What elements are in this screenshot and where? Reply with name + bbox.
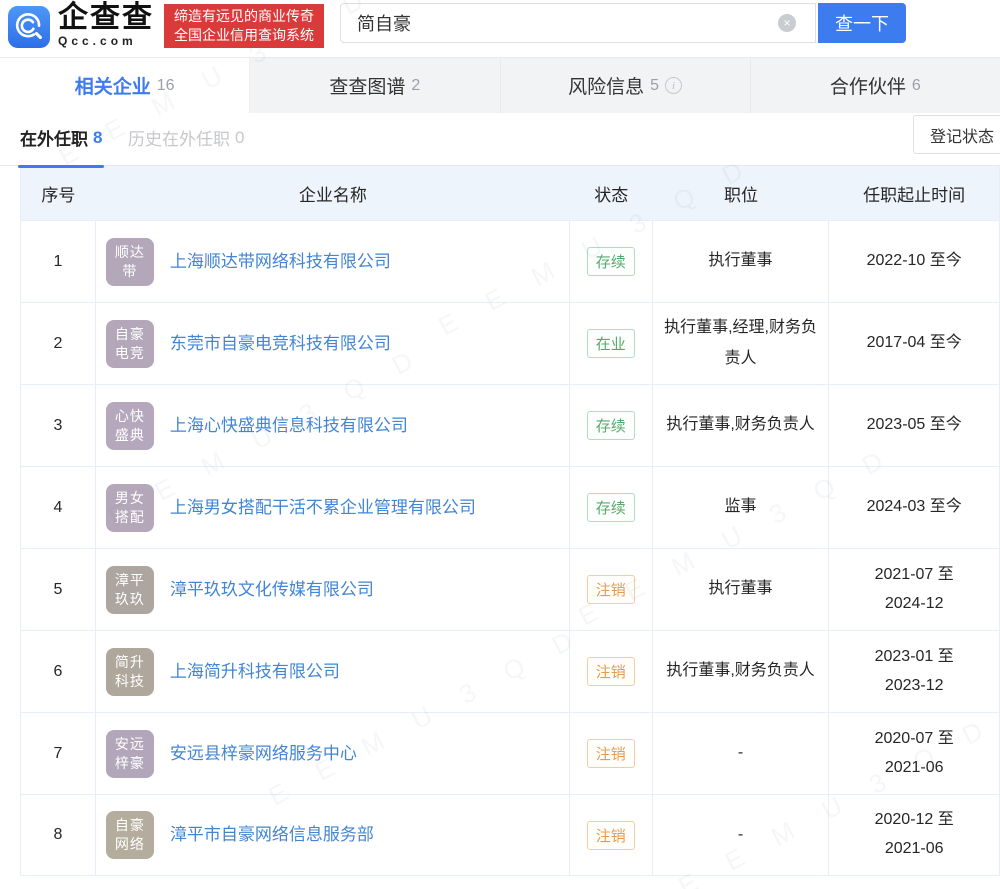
tab-chacha-graph[interactable]: 查查图谱 2: [250, 58, 501, 113]
qcc-logo[interactable]: 企查查 Qcc.com: [8, 3, 154, 48]
position-cell: -: [653, 795, 830, 875]
status-badge: 注销: [586, 575, 635, 604]
company-name-link[interactable]: 漳平市自豪网络信息服务部: [170, 822, 374, 848]
position-cell: -: [653, 713, 830, 794]
row-seq: 3: [21, 385, 96, 466]
table-row: 5 漳平 玖玖 漳平玖玖文化传媒有限公司 注销 执行董事 2021-07 至 202…: [21, 548, 999, 630]
row-seq: 1: [21, 221, 96, 302]
row-seq: 4: [21, 467, 96, 548]
company-logo: 简升 科技: [105, 647, 154, 696]
company-logo: 男女 搭配: [105, 483, 154, 532]
table-row: 2 自豪 电竞 东莞市自豪电竞科技有限公司 在业 执行董事,经理,财务负责人 20…: [21, 302, 999, 384]
row-seq: 6: [21, 631, 96, 712]
row-seq: 2: [21, 303, 96, 384]
status-badge: 在业: [586, 329, 635, 358]
search-bar: × 查一下: [340, 3, 906, 43]
site-header: 企查查 Qcc.com 缔造有远见的商业传奇 全国企业信用查询系统 × 查一下: [0, 0, 1000, 57]
brand-slogan: 缔造有远见的商业传奇 全国企业信用查询系统: [164, 3, 324, 48]
row-seq: 5: [21, 549, 96, 630]
table-row: 7 安远 梓豪 安远县梓豪网络服务中心 注销 - 2020-07 至 2021-06: [21, 712, 999, 794]
tab-risk-info[interactable]: 风险信息 5 i: [501, 58, 751, 113]
company-logo: 顺达带: [105, 237, 154, 286]
info-icon[interactable]: i: [665, 77, 683, 94]
company-name-link[interactable]: 上海心快盛典信息科技有限公司: [170, 413, 408, 439]
tab-related-companies[interactable]: 相关企业 16: [0, 58, 251, 113]
position-cell: 执行董事: [653, 549, 830, 630]
position-cell: 监事: [653, 467, 830, 548]
tenure-cell: 2017-04 至今: [866, 334, 962, 352]
status-badge: 注销: [586, 820, 635, 850]
tenure-cell: 2020-07 至 2021-06: [874, 729, 954, 776]
sub-tab-row: 在外任职 8 历史在外任职 0 登记状态: [0, 113, 1000, 168]
brand-domain: Qcc.com: [58, 34, 137, 48]
company-name-link[interactable]: 漳平玖玖文化传媒有限公司: [170, 577, 374, 603]
position-cell: 执行董事,经理,财务负责人: [653, 303, 830, 384]
status-badge: 注销: [586, 657, 635, 686]
registration-status-filter[interactable]: 登记状态: [913, 115, 1000, 154]
tenure-cell: 2023-01 至 2023-12: [874, 647, 954, 694]
company-logo: 自豪 网络: [105, 811, 154, 859]
row-seq: 7: [21, 713, 96, 794]
tab-partners[interactable]: 合作伙伴 6: [751, 58, 1000, 113]
subtab-history-positions[interactable]: 历史在外任职 0: [128, 113, 244, 162]
tenure-cell: 2022-10 至今: [866, 252, 962, 270]
tenure-cell: 2023-05 至今: [866, 416, 962, 434]
status-badge: 注销: [586, 739, 635, 768]
table-row: 1 顺达带 上海顺达带网络科技有限公司 存续 执行董事 2022-10 至今: [21, 220, 999, 302]
tenure-cell: 2024-03 至今: [866, 498, 962, 516]
positions-table: 序号 企业名称 状态 职位 任职起止时间 1 顺达带 上海顺达带网络科技有限公司…: [20, 166, 1000, 876]
table-row: 3 心快 盛典 上海心快盛典信息科技有限公司 存续 执行董事,财务负责人 2023…: [21, 384, 999, 466]
qcc-logo-icon: [8, 5, 50, 48]
position-cell: 执行董事,财务负责人: [653, 385, 830, 466]
company-name-link[interactable]: 上海顺达带网络科技有限公司: [170, 249, 391, 275]
table-row: 6 简升 科技 上海简升科技有限公司 注销 执行董事,财务负责人 2023-01 …: [21, 630, 999, 712]
tenure-cell: 2021-07 至 2024-12: [874, 565, 954, 612]
company-name-link[interactable]: 安远县梓豪网络服务中心: [170, 741, 357, 767]
search-button[interactable]: 查一下: [818, 3, 906, 43]
company-logo: 安远 梓豪: [105, 729, 154, 778]
status-badge: 存续: [586, 247, 635, 276]
company-name-link[interactable]: 上海男女搭配干活不累企业管理有限公司: [170, 495, 476, 521]
tenure-cell: 2020-12 至 2021-06: [874, 811, 954, 857]
table-row: 8 自豪 网络 漳平市自豪网络信息服务部 注销 - 2020-12 至 2021-0…: [21, 794, 999, 876]
brand-name: 企查查: [58, 1, 154, 34]
status-badge: 存续: [586, 493, 635, 522]
clear-search-icon[interactable]: ×: [778, 14, 796, 32]
company-logo: 漳平 玖玖: [105, 565, 154, 614]
status-badge: 存续: [586, 411, 635, 440]
company-logo: 心快 盛典: [105, 401, 154, 450]
search-input[interactable]: [340, 3, 816, 43]
main-tab-bar: 相关企业 16 查查图谱 2 风险信息 5 i 合作伙伴 6: [0, 57, 1000, 113]
company-name-link[interactable]: 东莞市自豪电竞科技有限公司: [170, 331, 391, 357]
table-row: 4 男女 搭配 上海男女搭配干活不累企业管理有限公司 存续 监事 2024-03 …: [21, 466, 999, 548]
company-logo: 自豪 电竞: [105, 319, 154, 368]
position-cell: 执行董事,财务负责人: [653, 631, 830, 712]
subtab-current-positions[interactable]: 在外任职 8: [17, 113, 105, 168]
table-header: 序号 企业名称 状态 职位 任职起止时间: [21, 166, 999, 220]
row-seq: 8: [21, 795, 96, 875]
position-cell: 执行董事: [653, 221, 830, 302]
company-name-link[interactable]: 上海简升科技有限公司: [170, 659, 340, 685]
